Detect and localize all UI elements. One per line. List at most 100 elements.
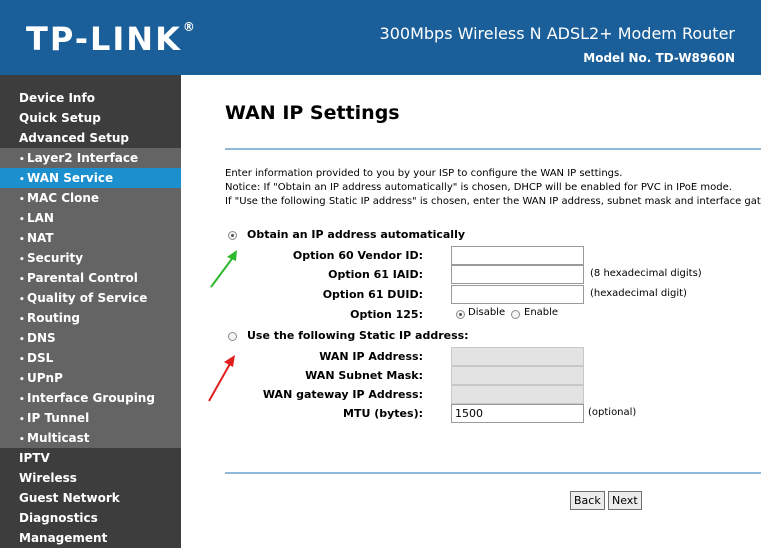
sidebar-item-label: Parental Control — [27, 271, 138, 285]
sidebar-item-layer2-interface[interactable]: • Layer2 Interface — [0, 148, 181, 168]
intro-line-1: Enter information provided to you by you… — [225, 168, 623, 179]
header-banner: TP-LINK® 300Mbps Wireless N ADSL2+ Modem… — [0, 0, 761, 75]
duid-hint: (hexadecimal digit) — [590, 288, 687, 299]
static-ip-radio[interactable] — [228, 332, 237, 341]
sidebar-item-management[interactable]: Management — [0, 528, 181, 548]
product-name: 300Mbps Wireless N ADSL2+ Modem Router — [379, 24, 735, 43]
subnet-mask-label: WAN Subnet Mask: — [305, 369, 423, 382]
sidebar-item-multicast[interactable]: • Multicast — [0, 428, 181, 448]
sidebar-item-ip-tunnel[interactable]: • IP Tunnel — [0, 408, 181, 428]
bullet-icon: • — [19, 275, 25, 285]
sidebar-item-label: Layer2 Interface — [27, 151, 139, 165]
option125-disable-radio[interactable] — [456, 310, 465, 319]
sidebar-item-label: Routing — [27, 311, 81, 325]
gateway-input[interactable] — [451, 385, 584, 404]
sidebar-item-wan-service[interactable]: • WAN Service — [0, 168, 181, 188]
sidebar-item-label: Interface Grouping — [27, 391, 155, 405]
iaid-label: Option 61 IAID: — [328, 268, 423, 281]
brand-logo: TP-LINK® — [26, 20, 195, 58]
sidebar-item-lan[interactable]: • LAN — [0, 208, 181, 228]
sidebar-item-advanced-setup[interactable]: Advanced Setup — [0, 128, 181, 148]
bullet-icon: • — [19, 155, 25, 165]
option125-disable-label: Disable — [468, 307, 506, 318]
auto-ip-label: Obtain an IP address automatically — [247, 228, 466, 241]
sidebar-item-diagnostics[interactable]: Diagnostics — [0, 508, 181, 528]
option125-enable-radio[interactable] — [511, 310, 520, 319]
sidebar-item-label: Guest Network — [19, 491, 120, 505]
sidebar-item-label: Quality of Service — [27, 291, 148, 305]
sidebar-item-security[interactable]: • Security — [0, 248, 181, 268]
sidebar-item-guest-network[interactable]: Guest Network — [0, 488, 181, 508]
sidebar-item-interface-grouping[interactable]: • Interface Grouping — [0, 388, 181, 408]
bullet-icon: • — [19, 295, 25, 305]
bullet-icon: • — [19, 375, 25, 385]
mtu-input[interactable] — [451, 404, 584, 423]
intro-line-2: Notice: If "Obtain an IP address automat… — [225, 182, 732, 193]
mtu-label: MTU (bytes): — [343, 407, 423, 420]
green-arrow-icon — [210, 250, 237, 288]
duid-input[interactable] — [451, 285, 584, 304]
vendor-id-label: Option 60 Vendor ID: — [292, 249, 423, 262]
sidebar-item-nat[interactable]: • NAT — [0, 228, 181, 248]
sidebar-item-label: MAC Clone — [27, 191, 100, 205]
sidebar-item-label: NAT — [27, 231, 54, 245]
bullet-icon: • — [19, 395, 25, 405]
mtu-hint: (optional) — [588, 407, 637, 418]
sidebar-item-wireless[interactable]: Wireless — [0, 468, 181, 488]
vendor-id-input[interactable] — [451, 246, 584, 265]
option125-label: Option 125: — [350, 308, 423, 321]
sidebar-item-label: Management — [19, 531, 108, 545]
sidebar-item-iptv[interactable]: IPTV — [0, 448, 181, 468]
top-divider — [225, 148, 761, 150]
bullet-icon: • — [19, 355, 25, 365]
sidebar-item-label: Device Info — [19, 91, 95, 105]
page-title: WAN IP Settings — [225, 102, 400, 124]
sidebar-item-label: DNS — [27, 331, 56, 345]
sidebar-item-label: Multicast — [27, 431, 90, 445]
bullet-icon: • — [19, 215, 25, 225]
sidebar-item-label: IPTV — [19, 451, 50, 465]
sidebar-item-quick-setup[interactable]: Quick Setup — [0, 108, 181, 128]
sidebar-item-parental-control[interactable]: • Parental Control — [0, 268, 181, 288]
iaid-hint: (8 hexadecimal digits) — [590, 268, 702, 279]
sidebar-item-label: Diagnostics — [19, 511, 98, 525]
bullet-icon: • — [19, 195, 25, 205]
sidebar-item-label: Security — [27, 251, 84, 265]
wan-ip-input[interactable] — [451, 347, 584, 366]
red-arrow-icon — [208, 355, 235, 402]
next-button[interactable]: Next — [608, 491, 642, 510]
wan-ip-label: WAN IP Address: — [319, 350, 423, 363]
intro-line-3: If "Use the following Static IP address"… — [225, 196, 761, 207]
sidebar-item-quality-of-service[interactable]: • Quality of Service — [0, 288, 181, 308]
bullet-icon: • — [19, 415, 25, 425]
sidebar-item-label: LAN — [27, 211, 54, 225]
duid-label: Option 61 DUID: — [322, 288, 423, 301]
bullet-icon: • — [19, 315, 25, 325]
sidebar-item-dsl[interactable]: • DSL — [0, 348, 181, 368]
option125-enable-label: Enable — [524, 307, 559, 318]
sidebar-item-device-info[interactable]: Device Info — [0, 88, 181, 108]
sidebar-item-dns[interactable]: • DNS — [0, 328, 181, 348]
model-number: Model No. TD-W8960N — [583, 51, 735, 65]
sidebar-item-routing[interactable]: • Routing — [0, 308, 181, 328]
bullet-icon: • — [19, 255, 25, 265]
bottom-divider — [225, 472, 761, 474]
bullet-icon: • — [19, 175, 25, 185]
sidebar-item-label: Wireless — [19, 471, 77, 485]
sidebar-item-label: IP Tunnel — [27, 411, 90, 425]
bullet-icon: • — [19, 335, 25, 345]
sidebar-item-label: DSL — [27, 351, 54, 365]
bullet-icon: • — [19, 235, 25, 245]
back-button[interactable]: Back — [570, 491, 605, 510]
subnet-mask-input[interactable] — [451, 366, 584, 385]
sidebar-item-mac-clone[interactable]: • MAC Clone — [0, 188, 181, 208]
sidebar-item-label: WAN Service — [27, 171, 114, 185]
gateway-label: WAN gateway IP Address: — [262, 388, 423, 401]
auto-ip-radio[interactable] — [228, 231, 237, 240]
iaid-input[interactable] — [451, 265, 584, 284]
sidebar-item-upnp[interactable]: • UPnP — [0, 368, 181, 388]
static-ip-label: Use the following Static IP address: — [247, 329, 469, 342]
sidebar-item-label: Quick Setup — [19, 111, 101, 125]
bullet-icon: • — [19, 435, 25, 445]
sidebar-item-label: Advanced Setup — [19, 131, 130, 145]
